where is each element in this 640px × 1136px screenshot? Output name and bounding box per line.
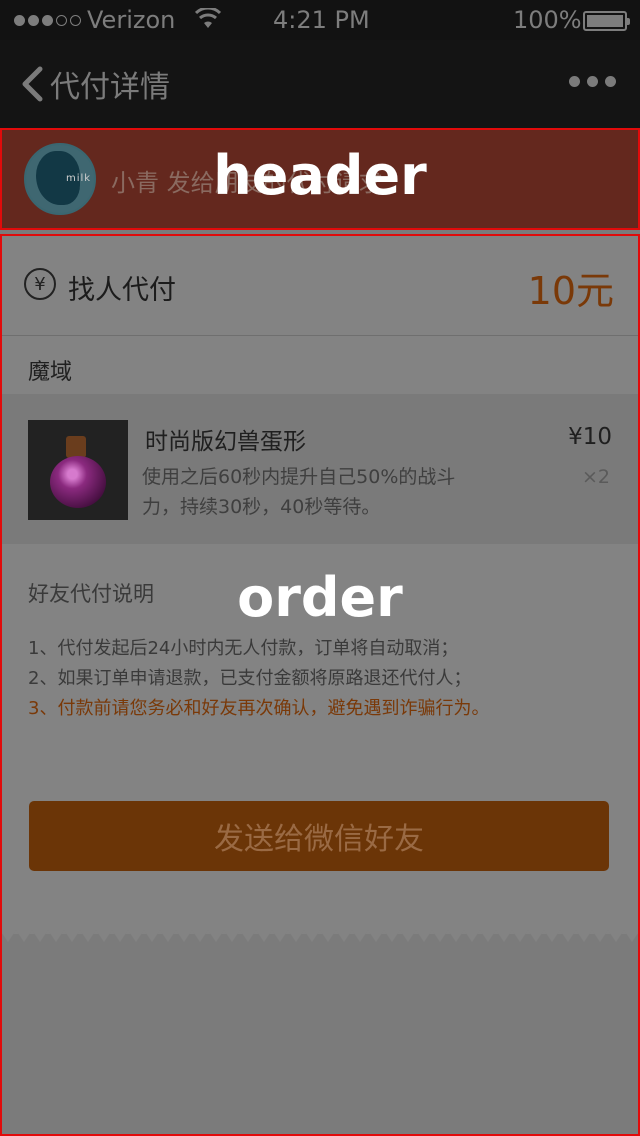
battery-icon	[583, 11, 630, 31]
chevron-left-icon	[22, 66, 43, 102]
battery-percent: 100%	[513, 6, 582, 34]
request-header: milk 小青 发给朋友的代付请求	[0, 128, 640, 230]
order-footer-area	[0, 944, 640, 1136]
pay-label: 找人代付	[68, 275, 176, 306]
carrier-name: Verizon	[87, 6, 176, 34]
sender-text: 小青 发给朋友的代付请求	[111, 169, 383, 197]
signal-strength-icon	[14, 14, 81, 26]
more-options-icon[interactable]	[569, 76, 616, 87]
avatar-text: milk	[66, 173, 92, 184]
avatar[interactable]: milk	[24, 143, 96, 215]
shop-name: 魔域	[28, 360, 73, 385]
order-card: ¥ 找人代付 10元 魔域 时尚版幻兽蛋形 使用之后60秒内提升自己50%的战斗…	[0, 234, 640, 934]
clock: 4:21 PM	[273, 6, 370, 34]
back-button[interactable]: 代付详情	[20, 62, 170, 106]
note-line: 2、如果订单申请退款，已支付金额将原路退还代付人；	[28, 668, 472, 689]
status-bar: Verizon 4:21 PM 100%	[0, 0, 640, 40]
carrier-signal: Verizon	[14, 6, 175, 34]
wifi-icon	[195, 8, 221, 28]
zigzag-edge	[0, 930, 640, 942]
item-name: 时尚版幻兽蛋形	[145, 429, 306, 455]
order-section: ¥ 找人代付 10元 魔域 时尚版幻兽蛋形 使用之后60秒内提升自己50%的战斗…	[0, 230, 640, 1136]
pay-amount: 10元	[527, 269, 614, 313]
potion-product-image	[28, 420, 128, 520]
send-to-wechat-friend-button[interactable]: 发送给微信好友	[29, 801, 609, 871]
note-line: 1、代付发起后24小时内无人付款，订单将自动取消；	[28, 638, 459, 659]
notes-title: 好友代付说明	[28, 582, 154, 606]
pay-summary-row: ¥ 找人代付 10元	[0, 234, 640, 336]
warning-note: 3、付款前请您务必和好友再次确认，避免遇到诈骗行为。	[28, 698, 490, 719]
item-price: ¥10	[568, 424, 612, 450]
item-description: 使用之后60秒内提升自己50%的战斗力，持续30秒，40秒等待。	[142, 466, 456, 518]
order-item[interactable]: 时尚版幻兽蛋形 使用之后60秒内提升自己50%的战斗力，持续30秒，40秒等待。…	[0, 394, 640, 544]
navigation-bar: 代付详情	[0, 40, 640, 128]
item-quantity: ×2	[581, 466, 610, 488]
page-title: 代付详情	[50, 70, 170, 105]
yen-circle-icon: ¥	[24, 268, 56, 300]
